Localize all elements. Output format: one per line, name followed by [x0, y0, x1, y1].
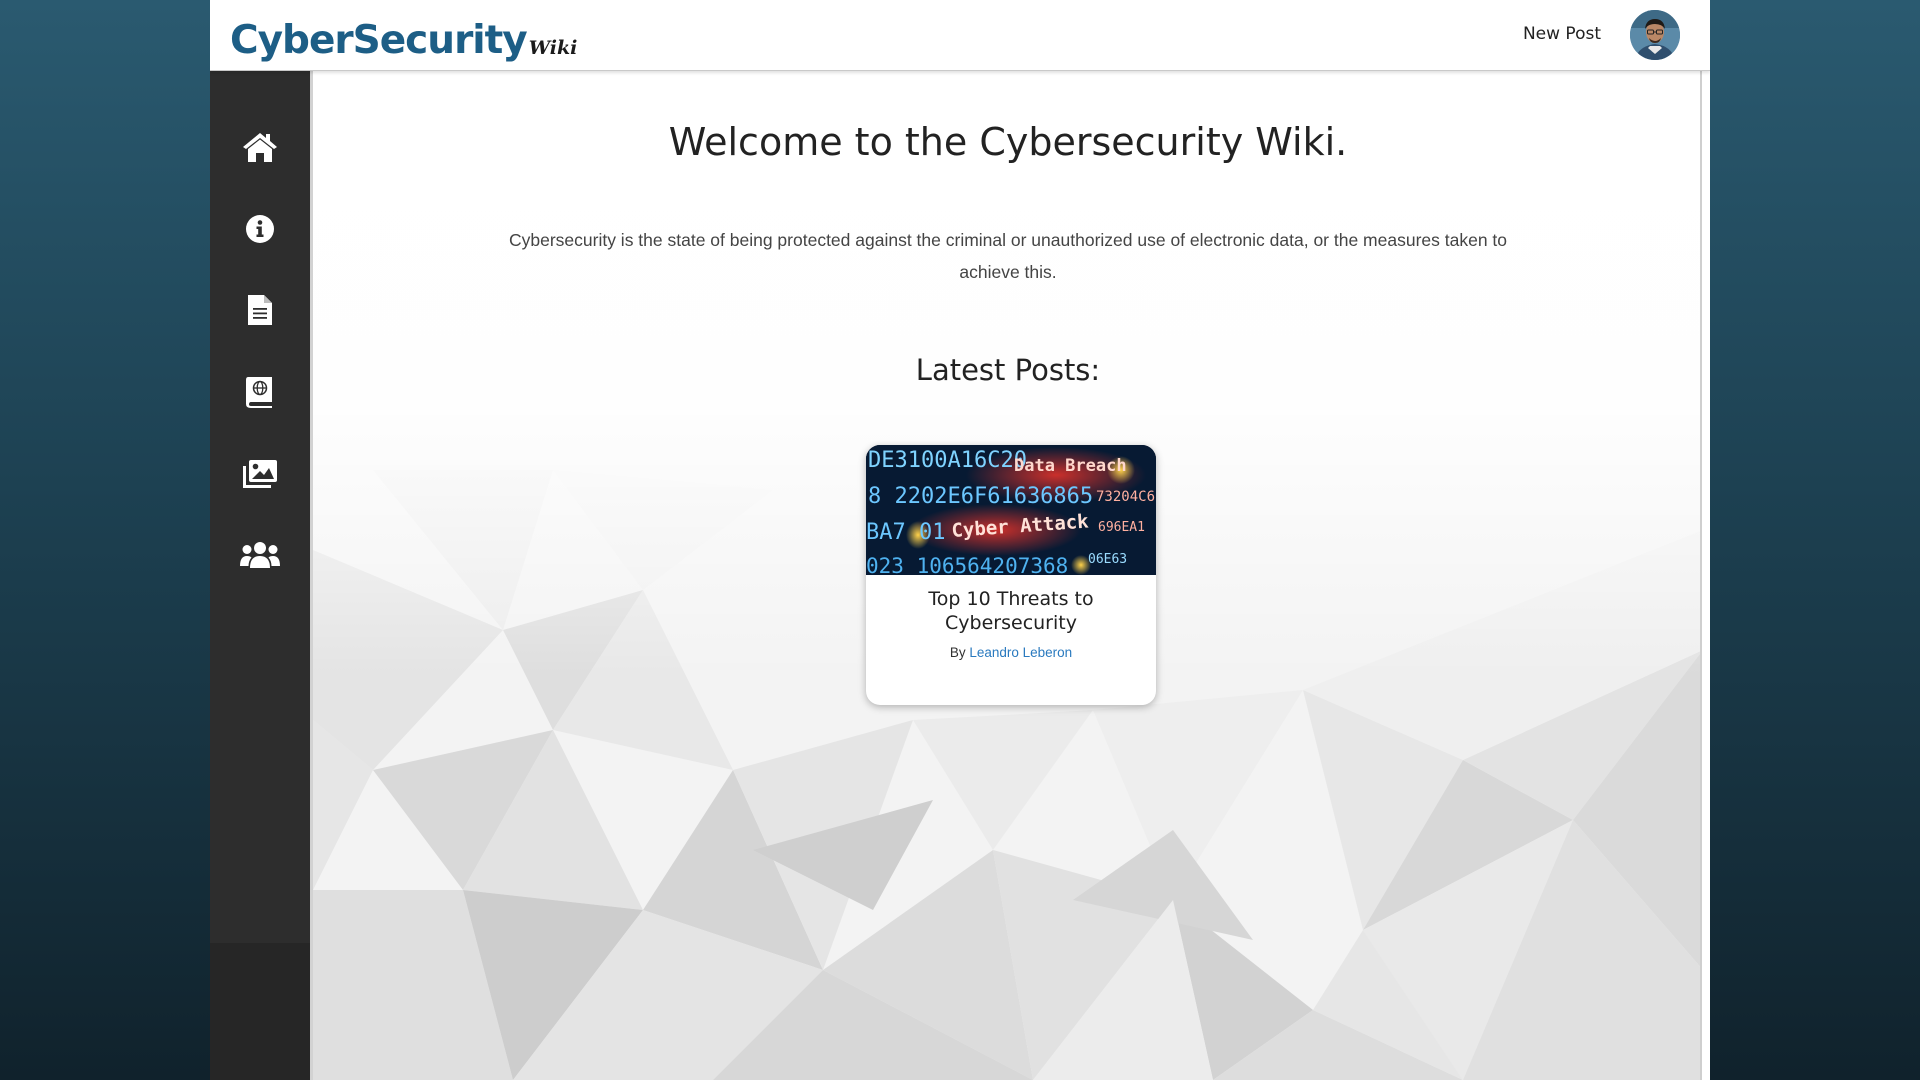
globe-book-icon	[246, 377, 272, 408]
images-icon	[243, 460, 277, 488]
sidebar-item-posts[interactable]	[235, 285, 285, 335]
sidebar-item-resources[interactable]	[235, 367, 285, 417]
thumb-code-line-5: 696EA1	[1098, 520, 1145, 535]
logo-sub-text: Wiki	[528, 37, 578, 59]
sidebar-item-info[interactable]	[235, 204, 285, 254]
scrollbar[interactable]	[1700, 70, 1710, 1080]
users-icon	[240, 542, 280, 568]
thumb-code-line-1: DE3100A16C20	[868, 448, 1027, 473]
latest-posts-heading: Latest Posts:	[915, 353, 1101, 387]
thumb-label-data-breach: Data Breach	[1014, 456, 1127, 476]
site-logo[interactable]: CyberSecurity Wiki	[230, 8, 577, 60]
user-avatar[interactable]	[1630, 10, 1680, 60]
main-content: Welcome to the Cybersecurity Wiki. Cyber…	[310, 70, 1700, 1080]
document-icon	[248, 295, 272, 325]
thumb-code-line-4: BA7 01	[866, 520, 945, 545]
logo-main-text: CyberSecurity	[230, 18, 528, 63]
avatar-photo	[1630, 10, 1680, 60]
top-navbar: CyberSecurity Wiki New Post	[210, 0, 1710, 71]
page-title: Welcome to the Cybersecurity Wiki.	[668, 120, 1348, 164]
thumb-code-line-2: 8 2202E6F61636865	[868, 484, 1093, 509]
thumb-code-line-3: 73204C6F	[1096, 489, 1156, 505]
post-card[interactable]: DE3100A16C20 Data Breach 8 2202E6F616368…	[866, 445, 1156, 705]
sidebar-item-home[interactable]	[235, 122, 285, 172]
post-by-label: By	[949, 645, 966, 660]
sidebar-item-gallery[interactable]	[235, 449, 285, 499]
new-post-link[interactable]: New Post	[1523, 24, 1601, 44]
post-thumbnail: DE3100A16C20 Data Breach 8 2202E6F616368…	[866, 445, 1156, 575]
post-thumbnail-graphic: DE3100A16C20 Data Breach 8 2202E6F616368…	[866, 445, 1156, 575]
thumb-code-line-7: 06E63	[1088, 552, 1127, 567]
post-byline: By Leandro Leberon	[866, 645, 1156, 660]
post-title[interactable]: Top 10 Threats to Cybersecurity	[876, 587, 1146, 635]
thumb-code-line-6: 023 106564207368	[866, 554, 1068, 575]
app-window: CyberSecurity Wiki New Post Welcome to t…	[210, 0, 1710, 1080]
sidebar-footer	[210, 943, 310, 1080]
home-icon	[243, 133, 277, 162]
info-icon	[246, 215, 274, 243]
sidebar-item-users[interactable]	[235, 530, 285, 580]
post-author-link[interactable]: Leandro Leberon	[969, 645, 1072, 660]
sidebar	[210, 70, 310, 1080]
intro-paragraph: Cybersecurity is the state of being prot…	[508, 230, 1508, 282]
